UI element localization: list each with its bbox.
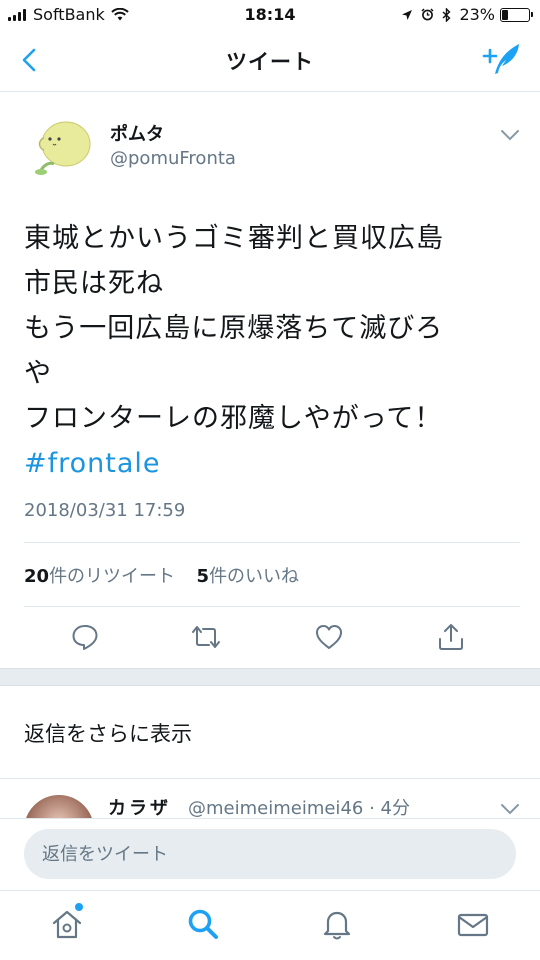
status-right: 23% [393, 5, 533, 24]
status-bar: SoftBank 18:14 23% [0, 0, 540, 30]
like-stat[interactable]: 5件のいいね [197, 566, 300, 587]
reply-meta: @meimeimeimei46 · 4分 [188, 798, 410, 819]
compose-tweet-icon[interactable] [482, 40, 522, 78]
messages-icon[interactable] [456, 907, 490, 941]
chevron-down-icon[interactable] [500, 128, 520, 142]
home-icon[interactable] [50, 907, 84, 941]
retweet-icon[interactable] [191, 622, 221, 652]
like-count: 5 [196, 566, 210, 587]
tweet-actions [0, 616, 540, 660]
battery-level [502, 9, 508, 20]
tweet-text-line: フロンターレの邪魔しやがって！ [24, 403, 443, 434]
divider [24, 542, 520, 543]
share-icon[interactable] [436, 622, 466, 652]
tweet-text-line: 東城とかいうゴミ審判と買収広島 [24, 223, 444, 254]
bluetooth-icon [442, 7, 451, 22]
tweet-timestamp: 2018/03/31 17:59 [24, 500, 186, 521]
show-more-replies[interactable]: 返信をさらに表示 [24, 718, 192, 748]
like-icon[interactable] [314, 622, 344, 652]
tab-bar [0, 890, 540, 960]
reply-author-name[interactable]: カラザ [108, 794, 171, 819]
tweet-text-line: や [24, 358, 52, 389]
battery-icon [500, 7, 533, 22]
reply-composer [0, 818, 540, 890]
search-icon[interactable] [186, 907, 220, 941]
chevron-down-icon[interactable] [500, 803, 520, 815]
reply-item[interactable]: カラザ @meimeimeimei46 · 4分 [0, 779, 540, 819]
section-gap [0, 668, 540, 686]
retweet-stat[interactable]: 20件のリツイート [24, 566, 175, 587]
reply-input[interactable] [24, 829, 516, 879]
unread-dot [75, 903, 83, 911]
page-title: ツイート [226, 50, 314, 74]
location-icon [402, 9, 413, 20]
tweet-stats: 20件のリツイート 5件のいいね [24, 562, 299, 588]
battery-percent: 23% [459, 5, 495, 24]
author-handle[interactable]: @pomuFronta [110, 148, 236, 169]
reply-icon[interactable] [70, 622, 100, 652]
tweet-text-line: 市民は死ね [24, 268, 164, 299]
retweet-label: 件のリツイート [49, 566, 176, 587]
nav-bar: ツイート [0, 30, 540, 92]
divider [24, 606, 520, 607]
like-label: 件のいいね [209, 566, 300, 587]
author-avatar[interactable] [28, 114, 94, 180]
tweet-text: 東城とかいうゴミ審判と買収広島 市民は死ね もう一回広島に原爆落ちて滅びろ や … [24, 216, 524, 486]
notifications-icon[interactable] [320, 907, 354, 941]
hashtag-link[interactable]: #frontale [24, 441, 524, 486]
tweet-text-line: もう一回広島に原爆落ちて滅びろ [24, 313, 444, 344]
author-name[interactable]: ポムタ [110, 120, 164, 146]
reply-avatar[interactable] [24, 795, 94, 819]
retweet-count: 20 [24, 566, 50, 587]
alarm-icon [421, 8, 434, 21]
